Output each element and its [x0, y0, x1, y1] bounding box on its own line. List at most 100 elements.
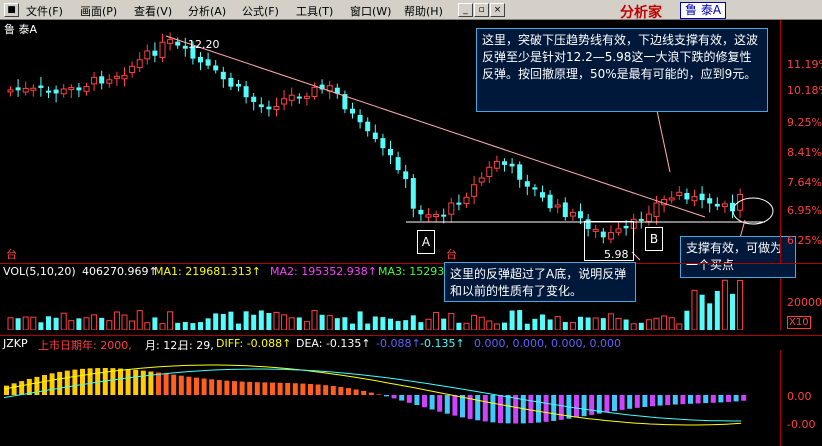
- histogram-bar: [695, 395, 701, 404]
- volume-bar: [7, 317, 14, 330]
- volume-bar: [645, 319, 652, 330]
- candle: [136, 59, 143, 68]
- volume-bar: [159, 323, 166, 330]
- indicator-tick: -0.00: [787, 418, 816, 431]
- histogram-bar: [224, 380, 230, 395]
- histogram-bar: [118, 368, 123, 395]
- menu-help[interactable]: 帮助(H): [404, 3, 443, 19]
- menu-analysis[interactable]: 分析(A): [188, 3, 226, 19]
- volume-pane[interactable]: 这里的反弹超过了A底，说明反弹和以前的性质有了变化。: [0, 262, 780, 330]
- histogram-bar: [133, 369, 139, 395]
- histogram-bar: [437, 395, 443, 412]
- histogram-bar: [551, 395, 557, 421]
- volume-bar: [167, 311, 174, 330]
- candle: [638, 218, 644, 221]
- menu-window[interactable]: 窗口(W): [350, 3, 391, 19]
- restore-icon[interactable]: ▫: [474, 3, 489, 17]
- histogram-bar: [178, 375, 184, 395]
- histogram-bar: [391, 395, 397, 399]
- candle: [213, 65, 219, 71]
- histogram-bar: [414, 395, 420, 406]
- histogram-bar: [80, 368, 85, 395]
- candle: [448, 202, 455, 215]
- volume-bar: [144, 322, 151, 330]
- close-icon[interactable]: ×: [490, 3, 505, 17]
- histogram-bar: [422, 395, 427, 408]
- menu-tools[interactable]: 工具(T): [296, 3, 333, 19]
- volume-bar: [684, 310, 690, 330]
- price-chart[interactable]: 鲁 泰A 12.20 5.98 台 台 A B 这里，突破下压趋势线有效，下边线…: [0, 20, 796, 278]
- candle: [152, 50, 158, 56]
- indicator-v2: -0.135↑: [420, 337, 465, 350]
- candle: [30, 87, 37, 91]
- minimize-icon[interactable]: _: [458, 3, 473, 17]
- histogram-bar: [589, 395, 595, 415]
- candle: [266, 106, 272, 110]
- candle: [22, 87, 29, 93]
- volume-bar: [326, 315, 333, 330]
- histogram-bar: [49, 373, 55, 395]
- histogram-bar: [285, 383, 291, 395]
- volume-bar: [691, 289, 698, 330]
- volume-bar: [509, 310, 515, 330]
- histogram-bar: [232, 381, 237, 395]
- volume-bar: [68, 320, 75, 330]
- volume-chart: [7, 279, 744, 330]
- app-icon[interactable]: ■: [4, 3, 19, 17]
- histogram-bar: [482, 395, 488, 422]
- histogram-bar: [384, 395, 389, 397]
- candle: [524, 181, 530, 187]
- volume-info-bar: VOL(5,10,20) 406270.969↑ MA1: 219681.313…: [0, 263, 822, 279]
- histogram-bar: [536, 395, 541, 423]
- histogram-bar: [361, 390, 367, 395]
- candle: [220, 71, 226, 80]
- histogram-bar: [11, 383, 17, 395]
- volume-bar: [365, 323, 371, 330]
- volume-bar: [668, 317, 675, 330]
- candle: [236, 84, 241, 87]
- histogram-bar: [429, 395, 435, 410]
- histogram-bar: [216, 380, 222, 395]
- volume-bar: [569, 322, 576, 330]
- histogram-bar: [209, 379, 215, 395]
- histogram-bar: [558, 395, 564, 420]
- histogram-bar: [315, 384, 321, 395]
- volume-bar: [721, 279, 728, 330]
- volume-bar: [517, 310, 523, 330]
- volume-bar: [288, 317, 295, 330]
- candle: [357, 114, 363, 123]
- menu-view[interactable]: 查看(V): [134, 3, 172, 19]
- candle: [350, 108, 355, 114]
- histogram-bar: [650, 395, 655, 407]
- indicator-pane[interactable]: [0, 350, 780, 446]
- brand-logo: 分析家: [620, 5, 662, 21]
- histogram-bar: [72, 369, 78, 395]
- volume-bar: [486, 320, 493, 330]
- menu-view-pane[interactable]: 画面(P): [80, 3, 117, 19]
- volume-label: VOL(5,10,20): [3, 265, 76, 278]
- indicator-chart: [3, 364, 747, 426]
- histogram-bar: [42, 375, 47, 395]
- histogram-bar: [140, 370, 146, 395]
- candle: [441, 214, 447, 217]
- menu-file[interactable]: 文件(F): [26, 3, 63, 19]
- volume-bar: [228, 311, 234, 330]
- histogram-bar: [270, 382, 275, 395]
- volume-bar: [152, 317, 158, 330]
- candle: [645, 213, 652, 222]
- price-tick: 6.25%: [787, 234, 822, 247]
- histogram-bar: [201, 378, 207, 395]
- volume-bar: [730, 293, 735, 330]
- volume-bar: [707, 303, 713, 330]
- volume-bar: [448, 312, 455, 330]
- histogram-bar: [262, 382, 268, 395]
- candle: [395, 157, 401, 171]
- candle: [198, 56, 203, 63]
- histogram-bar: [672, 395, 678, 405]
- menu-formula[interactable]: 公式(F): [242, 3, 279, 19]
- histogram-bar: [513, 395, 519, 424]
- volume-bar: [456, 322, 462, 330]
- vol-ma2: MA2: 195352.938↑: [270, 265, 377, 278]
- histogram-bar: [627, 395, 633, 409]
- candle: [68, 87, 75, 91]
